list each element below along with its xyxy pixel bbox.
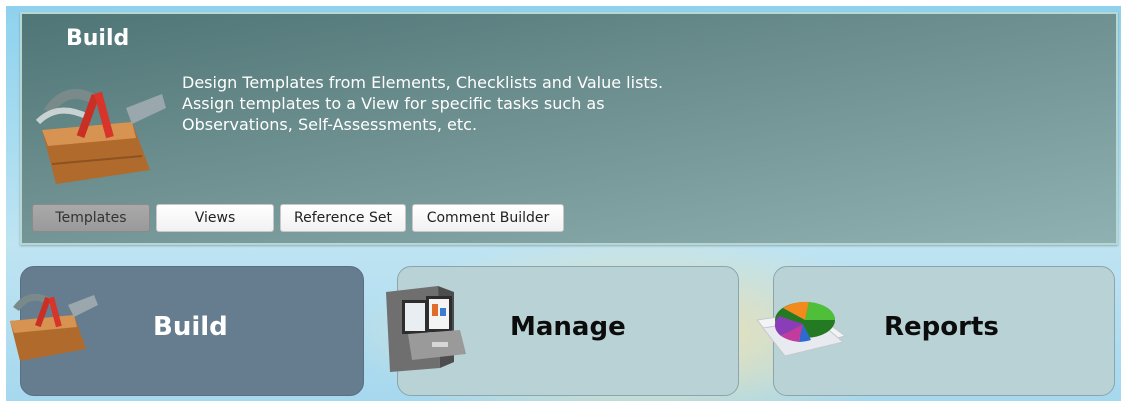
description-line: Design Templates from Elements, Checklis…	[182, 73, 664, 92]
panel-description: Design Templates from Elements, Checklis…	[182, 72, 822, 135]
tab-comment-builder[interactable]: Comment Builder	[412, 204, 564, 232]
tab-templates[interactable]: Templates	[32, 204, 150, 232]
build-description-panel: Build Design Templates from Elements, Ch…	[20, 12, 1118, 245]
tile-label: Manage	[510, 312, 626, 342]
tab-reference-set[interactable]: Reference Set	[280, 204, 406, 232]
pie-chart-icon	[756, 301, 847, 357]
tile-label: Reports	[884, 312, 999, 342]
toolbox-icon	[35, 89, 166, 184]
description-line: Observations, Self-Assessments, etc.	[182, 115, 478, 134]
toolbox-icon	[10, 293, 98, 361]
description-line: Assign templates to a View for specific …	[182, 94, 605, 113]
tile-label: Build	[153, 312, 228, 342]
tab-views[interactable]: Views	[156, 204, 274, 232]
file-cabinet-icon	[386, 286, 466, 372]
panel-title: Build	[66, 26, 130, 51]
